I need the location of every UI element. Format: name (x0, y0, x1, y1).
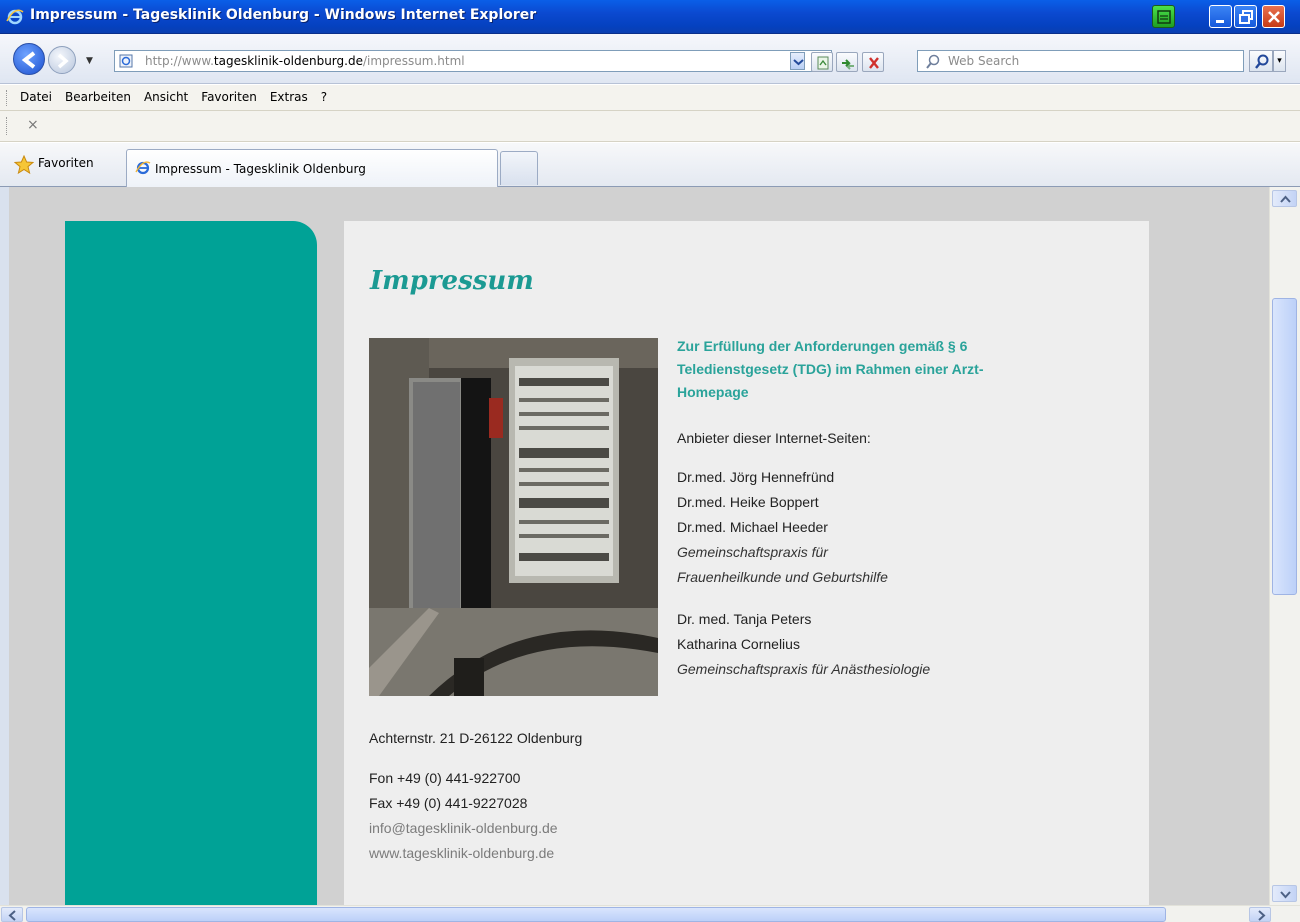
recent-pages-dropdown-icon[interactable]: ▼ (86, 56, 93, 66)
rss-feed-button[interactable] (811, 52, 833, 72)
search-input[interactable]: Web Search (917, 50, 1244, 72)
fax-text: Fax +49 (0) 441-9227028 (369, 795, 528, 811)
content-panel: Impressum Zur Erfüllung der Anforderunge… (344, 221, 1149, 905)
chevron-right-icon (1258, 910, 1266, 921)
toolbar-grip[interactable] (6, 90, 8, 106)
close-toolbar-icon[interactable]: × (27, 117, 39, 133)
refresh-button[interactable] (836, 52, 858, 72)
tab-label: Impressum - Tagesklinik Oldenburg (155, 162, 366, 176)
printer-icon[interactable] (1152, 5, 1175, 28)
favorites-label[interactable]: Favoriten (38, 156, 94, 170)
forward-button[interactable] (48, 46, 76, 74)
doctor-name: Dr.med. Heike Boppert (677, 494, 819, 510)
chevron-down-icon (1280, 891, 1291, 899)
menu-item-help[interactable]: ? (321, 90, 327, 104)
menu-bar: Datei Bearbeiten Ansicht Favoriten Extra… (0, 85, 1300, 111)
vertical-scrollbar[interactable] (1269, 187, 1300, 905)
restore-button[interactable] (1234, 5, 1257, 28)
window-title-bar[interactable]: Impressum - Tagesklinik Oldenburg - Wind… (0, 0, 1300, 34)
scroll-right-button[interactable] (1249, 907, 1271, 922)
minimize-button[interactable] (1209, 5, 1232, 28)
page-viewport: Impressum Zur Erfüllung der Anforderunge… (9, 187, 1269, 905)
tab-bar: Favoriten Impressum - Tagesklinik Oldenb… (0, 143, 1300, 187)
practice-description: Frauenheilkunde und Geburtshilfe (677, 569, 888, 585)
toolbar-grip[interactable] (6, 117, 8, 135)
back-arrow-icon (21, 51, 36, 69)
practice-description: Gemeinschaftspraxis für (677, 544, 828, 560)
refresh-icon (842, 59, 854, 70)
window-title: Impressum - Tagesklinik Oldenburg - Wind… (30, 7, 537, 23)
doctor-name: Dr.med. Jörg Hennefründ (677, 469, 835, 485)
forward-arrow-icon (57, 53, 69, 69)
practice-description: Gemeinschaftspraxis für Anästhesiologie (677, 661, 931, 677)
doctor-name: Dr. med. Tanja Peters (677, 611, 812, 627)
menu-item-datei[interactable]: Datei (20, 90, 52, 104)
chevron-down-icon (793, 59, 804, 66)
doctor-name: Dr.med. Michael Heeder (677, 519, 828, 535)
website-link[interactable]: www.tagesklinik-oldenburg.de (369, 841, 554, 866)
doctor-name: Katharina Cornelius (677, 636, 800, 652)
address-text: Achternstr. 21 D-26122 Oldenburg (369, 730, 583, 746)
email-link[interactable]: info@tagesklinik-oldenburg.de (369, 816, 558, 841)
page-title: Impressum (370, 266, 534, 296)
stop-icon (869, 57, 879, 69)
menu-item-favoriten[interactable]: Favoriten (201, 90, 257, 104)
close-button[interactable] (1262, 5, 1285, 28)
page-icon (119, 54, 133, 68)
tdg-intro-heading: Zur Erfüllung der Anforderungen gemäß § … (677, 338, 984, 400)
menu-item-bearbeiten[interactable]: Bearbeiten (65, 90, 131, 104)
back-button[interactable] (13, 43, 45, 75)
scroll-up-button[interactable] (1272, 190, 1297, 207)
provider-label: Anbieter dieser Internet-Seiten: (677, 430, 871, 446)
scroll-down-button[interactable] (1272, 885, 1297, 902)
address-dropdown-button[interactable] (790, 52, 805, 70)
window-frame (0, 187, 9, 922)
search-icon (926, 54, 940, 69)
favorites-star-icon[interactable] (14, 155, 34, 175)
menu-item-ansicht[interactable]: Ansicht (144, 90, 188, 104)
tab-impressum[interactable]: Impressum - Tagesklinik Oldenburg (126, 149, 498, 187)
chevron-left-icon (8, 910, 16, 921)
internet-explorer-icon (6, 9, 24, 25)
feed-icon (817, 56, 829, 70)
links-toolbar: × (0, 111, 1300, 142)
internet-explorer-icon (135, 161, 151, 175)
search-icon (1255, 54, 1269, 69)
search-options-dropdown[interactable]: ▾ (1273, 50, 1286, 72)
horizontal-scroll-thumb[interactable] (26, 907, 1166, 922)
stop-button[interactable] (862, 52, 884, 72)
search-placeholder: Web Search (948, 54, 1020, 68)
search-button[interactable] (1249, 50, 1273, 72)
phone-text: Fon +49 (0) 441-922700 (369, 770, 521, 786)
teal-sidebar (65, 221, 317, 905)
address-input[interactable]: http://www.tagesklinik-oldenburg.de/impr… (114, 50, 832, 72)
scroll-left-button[interactable] (1, 907, 23, 922)
navigation-bar: ▼ http://www.tagesklinik-oldenburg.de/im… (0, 34, 1300, 84)
menu-item-extras[interactable]: Extras (270, 90, 308, 104)
new-tab-button[interactable] (500, 151, 538, 185)
horizontal-scrollbar[interactable] (0, 905, 1300, 922)
vertical-scroll-thumb[interactable] (1272, 298, 1297, 595)
address-url: http://www.tagesklinik-oldenburg.de/impr… (145, 54, 465, 68)
chevron-up-icon (1280, 195, 1291, 203)
clinic-entrance-photo (369, 338, 658, 696)
